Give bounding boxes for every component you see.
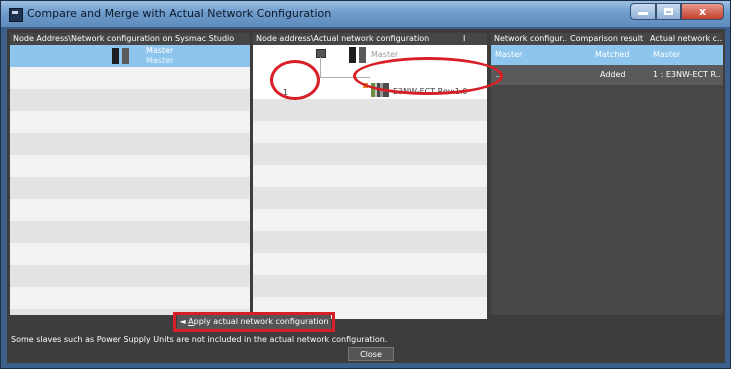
sysmac-config-rows[interactable]: Master Master <box>10 45 250 315</box>
close-button[interactable]: Close <box>348 347 394 361</box>
master-device-icon <box>112 48 130 64</box>
column-header[interactable]: Actual network c... <box>650 33 722 45</box>
comparison-result-panel: Network configur... Comparison result Ac… <box>491 33 723 315</box>
minimize-icon <box>638 12 648 15</box>
table-row[interactable]: Master Matched Master <box>491 45 723 65</box>
highlight-apply-button <box>173 312 335 332</box>
window-controls: x <box>630 3 724 21</box>
list-item <box>10 155 250 177</box>
app-icon <box>9 8 23 22</box>
table-cell: 1 : E3NW-ECT R... <box>653 70 721 79</box>
list-item <box>10 133 250 155</box>
table-row[interactable]: ... Added 1 : E3NW-ECT R... <box>491 65 723 85</box>
table-cell: Added <box>600 70 626 79</box>
window-title: Compare and Merge with Actual Network Co… <box>27 7 332 20</box>
table-cell: Master <box>495 50 523 59</box>
list-item <box>10 265 250 287</box>
list-item <box>10 287 250 309</box>
column-header[interactable]: Network configur... <box>494 33 566 45</box>
list-item <box>10 111 250 133</box>
list-item <box>253 209 487 231</box>
list-item <box>10 199 250 221</box>
actual-network-empty-rows <box>253 99 487 319</box>
table-cell: Master <box>653 50 681 59</box>
list-item <box>253 143 487 165</box>
table-cell: ... <box>495 70 503 79</box>
sysmac-config-header: Node Address\Network configuration on Sy… <box>10 33 250 45</box>
list-item <box>253 187 487 209</box>
dialog-window: Compare and Merge with Actual Network Co… <box>0 0 731 369</box>
highlight-slave-device <box>353 57 503 95</box>
list-item <box>10 243 250 265</box>
comparison-table[interactable]: Network configur... Comparison result Ac… <box>491 33 723 85</box>
list-item <box>253 99 487 121</box>
list-item <box>253 253 487 275</box>
close-window-button[interactable]: x <box>681 3 724 20</box>
tree-connector <box>320 57 321 77</box>
title-bar[interactable]: Compare and Merge with Actual Network Co… <box>1 1 730 27</box>
list-item <box>10 177 250 199</box>
actual-network-header-label: Node address\Actual network configuratio… <box>256 34 430 43</box>
sysmac-master-sublabel: Master <box>146 56 174 65</box>
list-item <box>253 231 487 253</box>
list-item <box>253 121 487 143</box>
table-cell: Matched <box>595 50 630 59</box>
dialog-body: Node Address\Network configuration on Sy… <box>7 29 725 363</box>
info-note: Some slaves such as Power Supply Units a… <box>11 335 388 344</box>
sysmac-master-label: Master <box>146 46 174 55</box>
sysmac-config-panel: Node Address\Network configuration on Sy… <box>10 33 250 315</box>
list-item <box>10 67 250 89</box>
column-header[interactable]: Comparison result <box>570 33 646 45</box>
master-device-icon <box>349 47 367 63</box>
actual-master-label[interactable]: Master <box>371 50 398 59</box>
list-item <box>10 221 250 243</box>
collapse-icon[interactable] <box>316 49 326 58</box>
list-item <box>10 89 250 111</box>
close-icon: x <box>698 5 707 18</box>
minimize-button[interactable] <box>630 3 656 20</box>
actual-network-header: Node address\Actual network configuratio… <box>253 33 487 45</box>
maximize-button[interactable] <box>656 3 681 20</box>
list-item <box>253 165 487 187</box>
maximize-icon <box>664 8 673 15</box>
list-item <box>253 275 487 297</box>
highlight-node-address <box>270 60 320 100</box>
column-resize-marker[interactable]: I <box>463 33 465 45</box>
sysmac-master-row[interactable]: Master Master <box>10 45 250 67</box>
